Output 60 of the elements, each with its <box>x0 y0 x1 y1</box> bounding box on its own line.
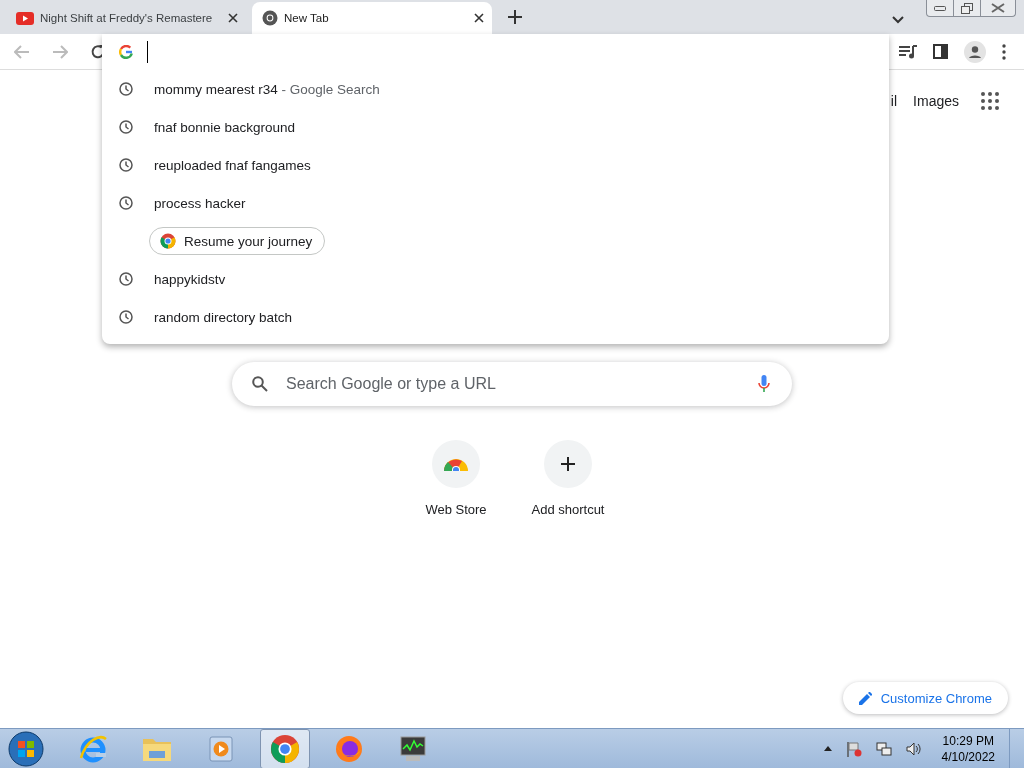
new-tab-icon[interactable] <box>508 10 522 24</box>
volume-icon[interactable] <box>905 741 922 756</box>
plus-icon <box>561 457 575 471</box>
chrome-icon <box>262 10 278 26</box>
browser-tab[interactable]: New Tab <box>252 2 492 34</box>
clock[interactable]: 10:29 PM 4/10/2022 <box>941 732 995 765</box>
search-box[interactable]: Search Google or type a URL <box>232 362 792 406</box>
clock-date: 4/10/2022 <box>941 748 995 765</box>
microphone-icon[interactable] <box>758 375 770 393</box>
minimize-icon <box>934 5 946 11</box>
caret-up-icon[interactable] <box>823 746 832 751</box>
clock-icon <box>119 82 133 96</box>
chrome-icon <box>160 233 176 249</box>
suggestion-item[interactable]: random directory batch <box>102 298 889 336</box>
close-icon[interactable] <box>474 13 484 23</box>
google-icon <box>119 45 133 59</box>
media-player-icon <box>209 735 233 762</box>
shortcut-tile[interactable]: Add shortcut <box>520 440 616 517</box>
shortcut-tile[interactable]: Web Store <box>408 440 504 517</box>
profile-icon[interactable] <box>964 40 986 63</box>
search-icon <box>252 376 268 392</box>
network-icon[interactable] <box>875 740 892 757</box>
suggestion-item[interactable]: mommy mearest r34 - Google Search <box>102 70 889 108</box>
tab-title: New Tab <box>284 12 330 24</box>
suggestion-item[interactable]: process hacker <box>102 184 889 222</box>
start-button[interactable] <box>8 730 44 767</box>
close-icon <box>991 3 1005 13</box>
flag-icon[interactable] <box>845 740 862 757</box>
clock-time: 10:29 PM <box>942 732 994 749</box>
video-icon <box>16 11 34 25</box>
clock-icon <box>119 158 133 172</box>
media-icon[interactable] <box>899 44 917 59</box>
menu-icon[interactable] <box>1002 43 1006 60</box>
close-icon[interactable] <box>228 13 238 23</box>
clock-icon <box>119 272 133 286</box>
clock-icon <box>119 196 133 210</box>
fox-globe-icon <box>334 733 364 764</box>
browser-tab[interactable]: Night Shift at Freddy's Remastere <box>6 2 246 34</box>
chrome-icon <box>270 733 300 764</box>
shortcut-label: Add shortcut <box>531 502 605 517</box>
clock-icon <box>119 120 133 134</box>
suggestion-item[interactable]: fnaf bonnie background <box>102 108 889 146</box>
apps-grid-icon[interactable] <box>981 92 999 110</box>
header-link[interactable]: Images <box>913 93 959 109</box>
pencil-icon <box>858 691 872 705</box>
chevron-down-icon[interactable] <box>892 16 904 24</box>
tab-title: Night Shift at Freddy's Remastere <box>40 12 214 24</box>
customize-button[interactable]: Customize Chrome <box>842 682 1008 714</box>
monitor-icon <box>398 734 428 763</box>
suggestion-item[interactable]: happykidstv <box>102 260 889 298</box>
browser-e-icon <box>78 733 108 764</box>
taskbar-button[interactable] <box>260 728 310 768</box>
shortcut-label: Web Store <box>425 502 487 517</box>
suggestion-item[interactable]: reuploaded fnaf fangames <box>102 146 889 184</box>
clock-icon <box>119 310 133 324</box>
header-link[interactable]: il <box>890 93 898 109</box>
search-input[interactable]: Search Google or type a URL <box>284 374 742 394</box>
journey-chip[interactable]: Resume your journey <box>149 227 326 255</box>
store-icon <box>443 457 469 471</box>
side-panel-icon[interactable] <box>933 44 948 59</box>
